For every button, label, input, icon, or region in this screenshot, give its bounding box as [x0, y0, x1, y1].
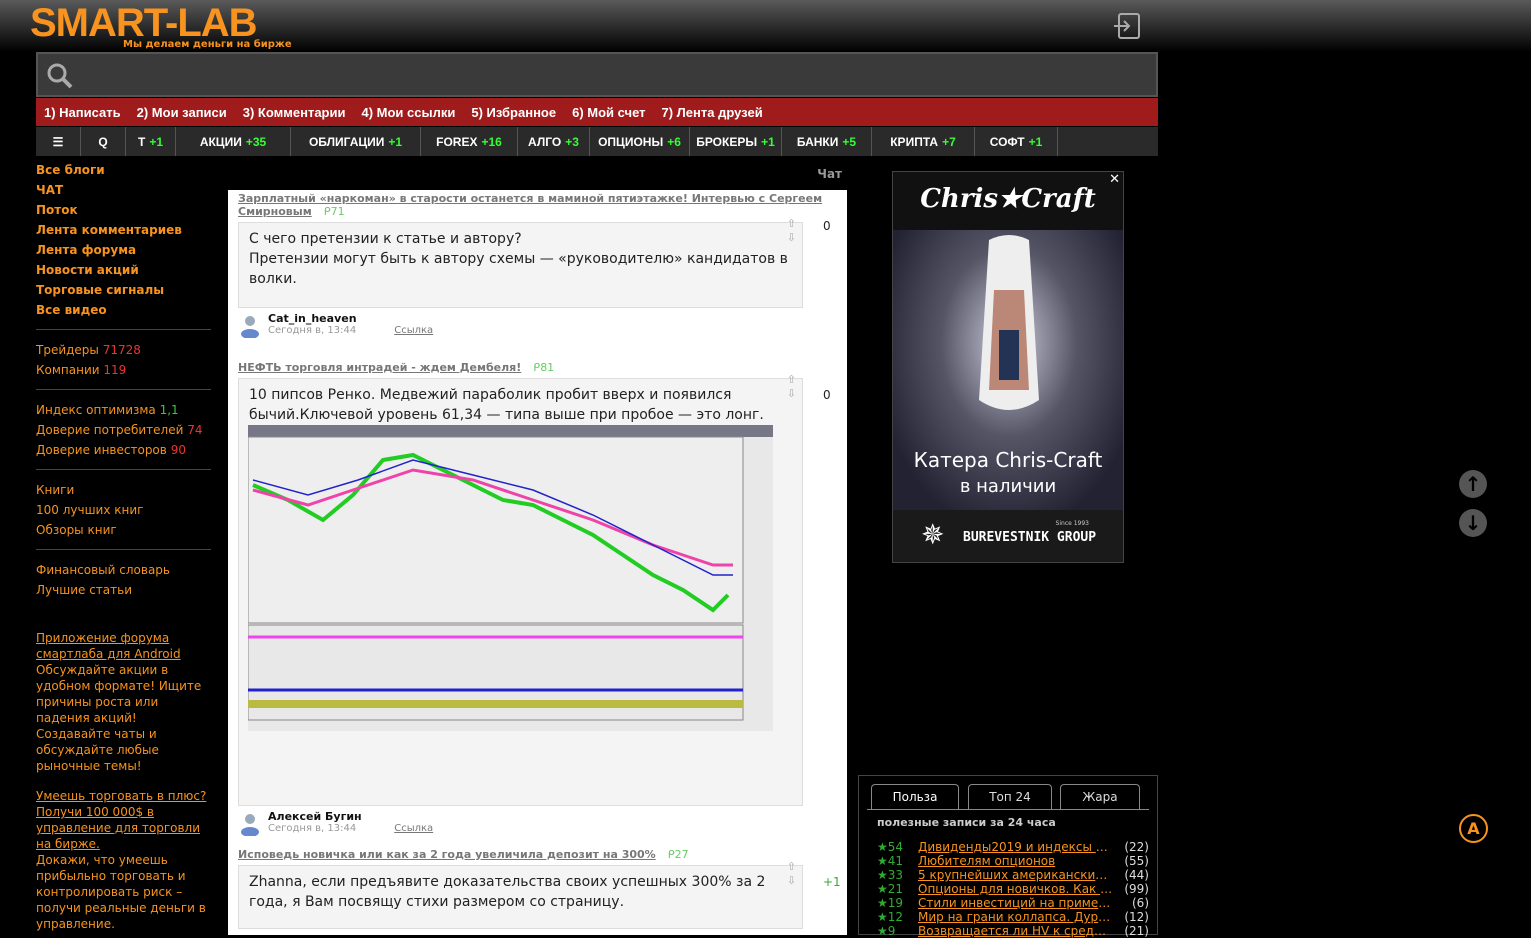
- vote-arrows[interactable]: ⇧ ⇩: [787, 217, 796, 245]
- chart-image[interactable]: [248, 425, 773, 731]
- logo[interactable]: SMART-LAB: [30, 2, 258, 44]
- sidebar-link[interactable]: Лента комментариев: [36, 220, 211, 240]
- ad-line1: Катера Chris-Craft: [913, 448, 1103, 472]
- sidebar-link[interactable]: 100 лучших книг: [36, 500, 211, 520]
- login-icon[interactable]: [1113, 12, 1141, 40]
- category-menu-icon[interactable]: ☰: [36, 127, 81, 156]
- permalink[interactable]: Ссылка: [394, 823, 433, 834]
- consumer-trust-link[interactable]: Доверие потребителей 74: [36, 420, 211, 440]
- promo-link[interactable]: Умеешь торговать в плюс? Получи 100 000$…: [36, 789, 206, 851]
- advertisement[interactable]: ✕ Chris★Craft Катера Chris-Craft в налич…: [892, 171, 1124, 563]
- post-title-link[interactable]: Исповедь новичка или как за 2 года увели…: [238, 848, 656, 861]
- traders-link[interactable]: Трейдеры 71728: [36, 340, 211, 360]
- sidebar-link[interactable]: Все видео: [36, 300, 211, 320]
- star-icon: ✵: [921, 518, 945, 551]
- sidebar-link[interactable]: Обзоры книг: [36, 520, 211, 540]
- category-item[interactable]: БАНКИ +5: [782, 127, 872, 156]
- post-title-link[interactable]: НЕФТЬ торговля интрадей - ждем Дембеля!: [238, 361, 521, 374]
- tab-polza[interactable]: Польза: [871, 784, 959, 809]
- user-menu-item[interactable]: 1) Написать: [44, 105, 121, 120]
- sidebar-link[interactable]: Все блоги: [36, 160, 211, 180]
- ad-brand: Chris★Craft: [920, 184, 1096, 214]
- vote-arrows[interactable]: ⇧ ⇩: [787, 860, 796, 888]
- category-item[interactable]: АКЦИИ +35: [176, 127, 291, 156]
- category-item[interactable]: СОФТ +1: [975, 127, 1058, 156]
- search-icon: [47, 63, 73, 89]
- sidebar-link[interactable]: ЧАТ: [36, 180, 211, 200]
- top-post-item[interactable]: ★19Стили инвестиций на примере ша(6): [877, 896, 1152, 910]
- sidebar-link[interactable]: Лучшие статьи: [36, 580, 211, 600]
- app-text: Обсуждайте акции в удобном формате! Ищит…: [36, 663, 202, 773]
- user-menu-item[interactable]: 2) Мои записи: [137, 105, 227, 120]
- category-item[interactable]: FOREX +16: [421, 127, 518, 156]
- category-item[interactable]: БРОКЕРЫ +1: [690, 127, 782, 156]
- investor-trust-link[interactable]: Доверие инвесторов 90: [36, 440, 211, 460]
- user-menu-item[interactable]: 7) Лента друзей: [662, 105, 763, 120]
- avatar[interactable]: [240, 812, 260, 836]
- user-menu: 1) Написать 2) Мои записи 3) Комментарии 4)…: [36, 98, 1158, 126]
- sidebar-link[interactable]: Лента форума: [36, 240, 211, 260]
- category-item[interactable]: АЛГО +3: [518, 127, 590, 156]
- comment: НЕФТЬ торговля интрадей - ждем Дембеля! ᑭ…: [238, 361, 838, 840]
- chat-header: Чат: [228, 157, 847, 190]
- sidebar-link[interactable]: Книги: [36, 480, 211, 500]
- tab-zhara[interactable]: Жара: [1060, 784, 1140, 809]
- top-post-item[interactable]: ★12 Мир на грани коллапса. Дурачок (12): [877, 910, 1152, 924]
- scroll-up-icon[interactable]: ↑: [1459, 470, 1487, 498]
- vote-arrows[interactable]: ⇧ ⇩: [787, 373, 796, 401]
- user-menu-item[interactable]: 5) Избранное: [471, 105, 556, 120]
- user-menu-item[interactable]: 4) Мои ссылки: [361, 105, 455, 120]
- top-post-item[interactable]: ★41 Любителям опционов (55): [877, 854, 1152, 868]
- top-posts-widget: Польза Топ 24 Жара полезные записи за 24…: [858, 775, 1158, 938]
- sidebar-link[interactable]: Торговые сигналы: [36, 280, 211, 300]
- category-item[interactable]: Т +1: [126, 127, 176, 156]
- close-icon[interactable]: ✕: [1109, 172, 1120, 187]
- author-name[interactable]: Cat_in_heaven: [268, 312, 838, 325]
- ad-since: Since 1993: [1055, 520, 1089, 527]
- accessibility-icon[interactable]: A: [1459, 814, 1488, 843]
- sidebar: Все блоги ЧАТ Поток Лента комментариев Лента…: [36, 160, 211, 932]
- category-item[interactable]: Q: [81, 127, 126, 156]
- app-link[interactable]: Приложение форума смартлаба для Android: [36, 631, 181, 661]
- sidebar-link[interactable]: Финансовый словарь: [36, 560, 211, 580]
- search-input[interactable]: [36, 52, 1158, 97]
- chat-feed: Чат Зарплатный «наркоман» в старости ост…: [228, 157, 847, 935]
- sidebar-link[interactable]: Новости акций: [36, 260, 211, 280]
- companies-link[interactable]: Компании 119: [36, 360, 211, 380]
- category-menu: ☰ Q Т +1 АКЦИИ +35 ОБЛИГАЦИИ +1 FOREX +16 АЛГО +3 ОП…: [36, 127, 1158, 156]
- top-post-item[interactable]: ★21 Опционы для новичков. Как заби (99): [877, 882, 1152, 896]
- top-post-item[interactable]: ★54Дивиденды2019 и индексы Мосбиржи(22): [877, 840, 1152, 854]
- top-post-item[interactable]: ★335 крупнейших американских компаний(44…: [877, 868, 1152, 882]
- top-post-item[interactable]: ★9 Возвращается ли HV к среднему? (21): [877, 924, 1152, 938]
- widget-subtitle: полезные записи за 24 часа: [877, 816, 1056, 829]
- comment: Зарплатный «наркоман» в старости останет…: [238, 192, 838, 342]
- category-item[interactable]: ОПЦИОНЫ +6: [590, 127, 690, 156]
- header: SMART-LAB Мы делаем деньги на бирже: [0, 0, 1531, 52]
- avatar[interactable]: [240, 314, 260, 338]
- ad-line2: в наличии: [959, 476, 1057, 497]
- ad-company: BUREVESTNIK GROUP: [963, 530, 1097, 545]
- sidebar-link[interactable]: Поток: [36, 200, 211, 220]
- user-menu-item[interactable]: 3) Комментарии: [243, 105, 346, 120]
- tab-top24[interactable]: Топ 24: [968, 784, 1052, 809]
- scroll-down-icon[interactable]: ↓: [1459, 509, 1487, 537]
- promo-text: Докажи, что умеешь прибыльно торговать и…: [36, 853, 206, 931]
- category-item[interactable]: ОБЛИГАЦИИ +1: [291, 127, 421, 156]
- category-item[interactable]: КРИПТА +7: [872, 127, 975, 156]
- comment: Исповедь новичка или как за 2 года увели…: [238, 848, 841, 929]
- optimism-index-link[interactable]: Индекс оптимизма 1,1: [36, 400, 211, 420]
- slogan: Мы делаем деньги на бирже: [123, 39, 292, 50]
- comment-count: ᑭ71: [323, 205, 345, 218]
- author-name[interactable]: Алексей Бугин: [268, 810, 838, 823]
- user-menu-item[interactable]: 6) Мой счет: [572, 105, 645, 120]
- permalink[interactable]: Ссылка: [394, 325, 433, 336]
